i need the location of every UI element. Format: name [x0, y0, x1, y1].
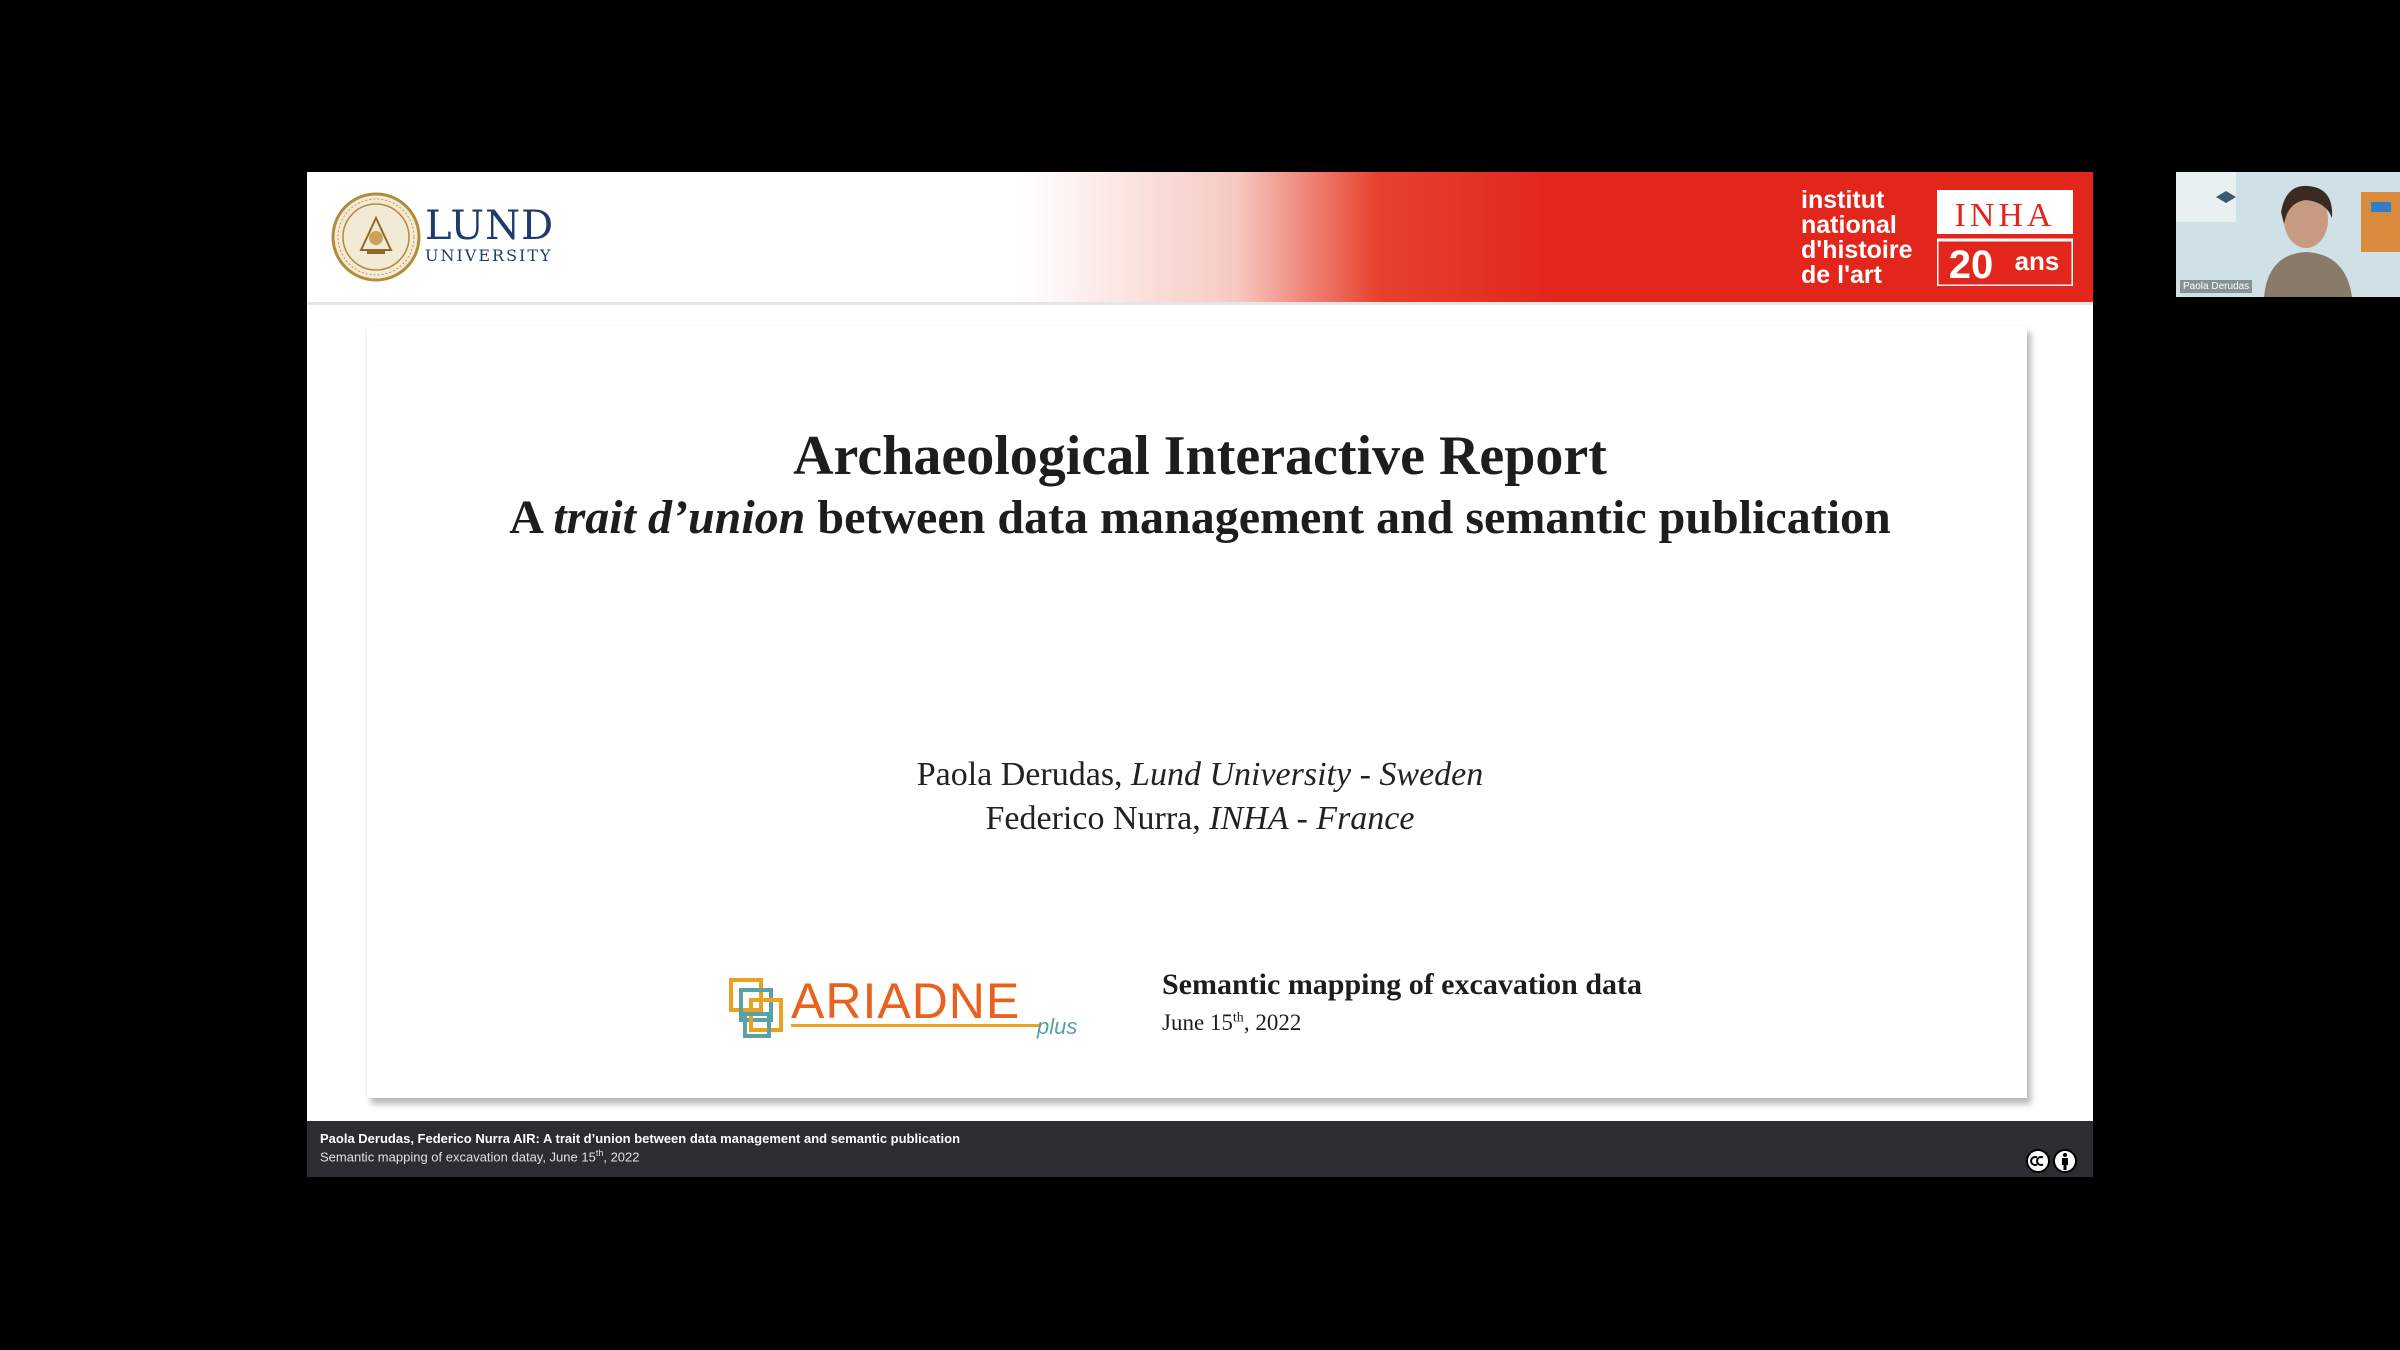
ariadne-plus: plus [1036, 1014, 1077, 1039]
inha-line: d'histoire [1801, 236, 1913, 264]
inha-anniv-num: 20 [1949, 243, 1994, 286]
date-pre: June 15 [1162, 1010, 1233, 1035]
subtitle-pre: A [509, 491, 554, 544]
ariadne-wordmark: ARIADNE [791, 973, 1020, 1029]
ariadne-plus-logo: ARIADNE plus [729, 973, 1077, 1039]
author-name: Federico Nurra, [985, 800, 1201, 837]
lund-seal-icon [331, 192, 421, 282]
participant-video-feed [2176, 172, 2400, 297]
author-line: Paola Derudas, Lund University - Sweden [307, 756, 2093, 794]
inha-line: de l'art [1801, 261, 1882, 289]
inha-institution-name: institut national d'histoire de l'art [1801, 188, 1913, 288]
subtitle-italic: trait d’union [553, 491, 806, 544]
lund-university-logo: LUND UNIVERSITY [425, 206, 554, 264]
conference-title: Semantic mapping of excavation data [1162, 968, 1642, 1001]
inha-mark: INHA [1955, 197, 2056, 234]
author-name: Paola Derudas, [916, 756, 1123, 793]
creative-commons-icon [2026, 1149, 2077, 1173]
footer-date-post: , 2022 [603, 1149, 640, 1165]
footer-date-pre: Semantic mapping of excavation datay, Ju… [320, 1149, 596, 1165]
conference-date: June 15th, 2022 [1162, 1010, 1301, 1036]
author-line: Federico Nurra, INHA - France [307, 800, 2093, 838]
inha-line: national [1801, 211, 1897, 239]
header-divider [307, 302, 2093, 305]
inha-line: institut [1801, 186, 1885, 214]
date-sup: th [1232, 1010, 1244, 1026]
participant-name: Paola Derudas [2180, 280, 2253, 293]
slide-title: Archaeological Interactive Report [793, 425, 1607, 487]
inha-anniv-word: ans [2015, 246, 2060, 276]
subtitle-post: between data management and semantic pub… [805, 491, 1891, 544]
presentation-slide: LUND UNIVERSITY institut national d'hist… [307, 172, 2093, 1177]
date-post: , 2022 [1243, 1010, 1302, 1035]
author-affiliation: INHA - France [1209, 800, 1415, 837]
slide-subtitle: A trait d’union between data management … [307, 490, 2093, 545]
author-affiliation: Lund University - Sweden [1131, 756, 1484, 793]
footer-line-1: Paola Derudas, Federico Nurra AIR: A tra… [320, 1131, 961, 1146]
lund-sub: UNIVERSITY [425, 246, 553, 265]
participant-video-tile[interactable]: Paola Derudas [2176, 172, 2400, 297]
footer-line-2: Semantic mapping of excavation datay, Ju… [320, 1148, 640, 1164]
lund-name: LUND [425, 203, 555, 249]
inha-20-ans-logo: INHA 20 ans [1937, 190, 2073, 286]
